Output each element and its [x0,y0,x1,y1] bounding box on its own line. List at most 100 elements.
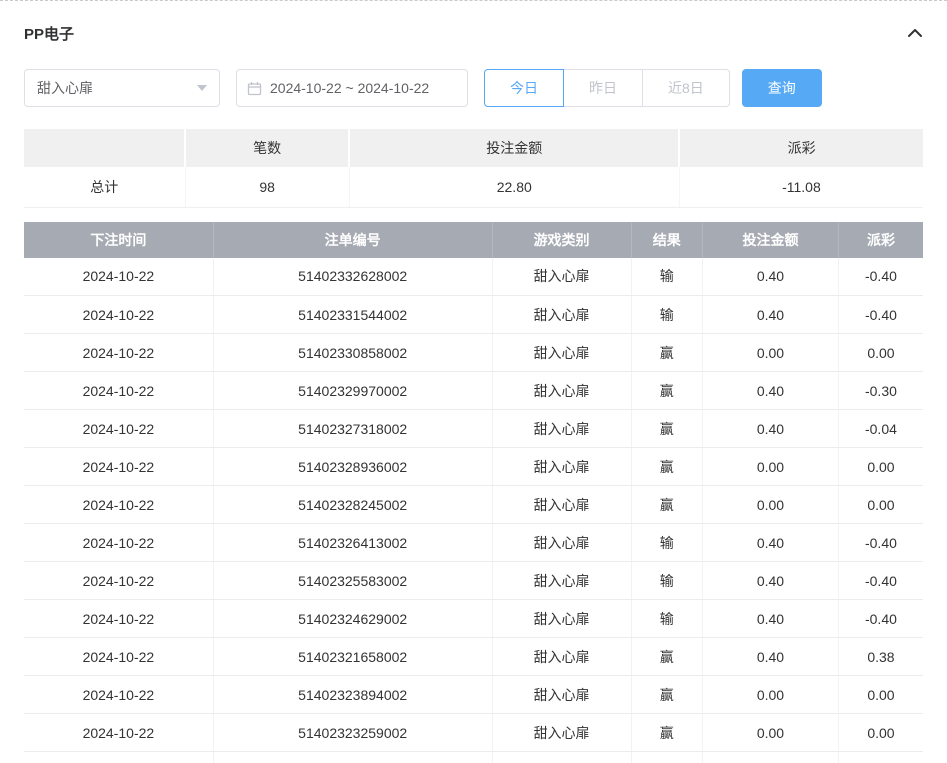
table-row: 2024-10-2251402328245002甜入心扉赢0.000.00 [24,486,923,524]
quick-filter-today-button[interactable]: 今日 [484,69,564,107]
bet-time-cell: 2024-10-22 [24,334,213,372]
bet-amount-cell: 0.40 [703,258,839,296]
quick-filter-last8days-button[interactable]: 近8日 [642,69,730,107]
payout-cell: -0.40 [838,258,923,296]
chevron-down-icon [197,85,207,91]
payout-cell: -0.40 [838,296,923,334]
result-cell: 输 [631,258,702,296]
table-row: 2024-10-2251402328936002甜入心扉赢0.000.00 [24,448,923,486]
bet-id-cell: 51402326413002 [213,524,492,562]
bet-time-cell: 2024-10-22 [24,524,213,562]
result-cell: 输 [631,600,702,638]
search-button[interactable]: 查询 [742,69,822,107]
bet-amount-cell: 0.40 [703,410,839,448]
bet-time-cell: 2024-10-22 [24,752,213,763]
game-type-cell: 甜入心扉 [492,676,631,714]
game-type-cell: 甜入心扉 [492,334,631,372]
bet-amount-cell: 0.40 [703,638,839,676]
result-cell: 赢 [631,676,702,714]
table-row: 2024-10-2251402329970002甜入心扉赢0.40-0.30 [24,372,923,410]
summary-table: 笔数 投注金额 派彩 总计 98 22.80 -11.08 [24,129,923,208]
pp-electronic-panel: PP电子 甜入心扉 2024-10-22 ~ 2024-10-22 今日 昨日 … [0,23,947,763]
bet-id-cell: 51402331544002 [213,296,492,334]
payout-cell: -0.04 [838,410,923,448]
header-result: 结果 [631,222,702,258]
payout-cell: 0.38 [838,638,923,676]
summary-header-payout: 派彩 [679,129,923,167]
bet-amount-cell: 0.00 [703,334,839,372]
game-type-cell: 甜入心扉 [492,562,631,600]
bet-time-cell: 2024-10-22 [24,448,213,486]
table-row: 2024-10-2251402326413002甜入心扉输0.40-0.40 [24,524,923,562]
game-type-cell: 甜入心扉 [492,258,631,296]
summary-header-row: 笔数 投注金额 派彩 [24,129,923,167]
game-type-cell: 甜入心扉 [492,448,631,486]
game-type-cell: 甜入心扉 [492,600,631,638]
payout-cell: 0.00 [838,676,923,714]
chevron-up-icon [907,28,923,38]
result-cell: 赢 [631,410,702,448]
bet-time-cell: 2024-10-22 [24,562,213,600]
summary-total-row: 总计 98 22.80 -11.08 [24,167,923,207]
result-cell: 赢 [631,638,702,676]
game-type-cell: 甜入心扉 [492,410,631,448]
payout-cell: 0.00 [838,334,923,372]
header-bet-amount: 投注金额 [703,222,839,258]
result-cell: 输 [631,562,702,600]
bet-id-cell: 51402328936002 [213,448,492,486]
table-row: 2024-10-2251402324629002甜入心扉输0.40-0.40 [24,600,923,638]
bet-time-cell: 2024-10-22 [24,600,213,638]
filter-bar: 甜入心扉 2024-10-22 ~ 2024-10-22 今日 昨日 近8日 查… [24,69,923,107]
quick-filter-yesterday-button[interactable]: 昨日 [563,69,643,107]
table-row: 2024-10-2251402325583002甜入心扉输0.40-0.40 [24,562,923,600]
top-dashed-divider [0,0,947,1]
game-type-cell: 甜入心扉 [492,714,631,752]
bet-time-cell: 2024-10-22 [24,714,213,752]
table-row: 2024-10-2251402330858002甜入心扉赢0.000.00 [24,334,923,372]
game-select-value: 甜入心扉 [37,78,93,98]
collapse-panel-button[interactable] [907,28,923,38]
panel-header: PP电子 [24,23,923,43]
bet-id-cell: 51402325583002 [213,562,492,600]
result-cell: 输 [631,296,702,334]
game-type-cell: 甜入心扉 [492,752,631,763]
bet-amount-cell: 0.00 [703,752,839,763]
bet-id-cell: 51402327318002 [213,410,492,448]
bet-amount-cell: 0.40 [703,562,839,600]
result-cell: 赢 [631,372,702,410]
table-row: 2024-10-2251402323259002甜入心扉赢0.000.00 [24,714,923,752]
result-cell: 赢 [631,714,702,752]
game-type-cell: 甜入心扉 [492,372,631,410]
bet-time-cell: 2024-10-22 [24,296,213,334]
payout-cell: -0.30 [838,372,923,410]
payout-cell: 0.00 [838,486,923,524]
bet-amount-cell: 0.00 [703,448,839,486]
table-row: 2024-10-2251402327318002甜入心扉赢0.40-0.04 [24,410,923,448]
header-bet-id: 注单编号 [213,222,492,258]
table-row: 2024-10-2251402322618002甜入心扉赢0.000.00 [24,752,923,763]
table-row: 2024-10-2251402321658002甜入心扉赢0.400.38 [24,638,923,676]
bet-id-cell: 51402328245002 [213,486,492,524]
payout-cell: -0.40 [838,600,923,638]
date-range-input[interactable]: 2024-10-22 ~ 2024-10-22 [236,69,468,107]
bet-amount-cell: 0.00 [703,714,839,752]
bet-id-cell: 51402330858002 [213,334,492,372]
summary-total-bet-amount: 22.80 [349,167,679,207]
payout-cell: 0.00 [838,714,923,752]
payout-cell: -0.40 [838,562,923,600]
bet-id-cell: 51402322618002 [213,752,492,763]
header-bet-time: 下注时间 [24,222,213,258]
bet-id-cell: 51402332628002 [213,258,492,296]
table-row: 2024-10-2251402323894002甜入心扉赢0.000.00 [24,676,923,714]
result-cell: 赢 [631,486,702,524]
bet-time-cell: 2024-10-22 [24,258,213,296]
bet-time-cell: 2024-10-22 [24,410,213,448]
bet-time-cell: 2024-10-22 [24,372,213,410]
header-game-type: 游戏类别 [492,222,631,258]
quick-filter-group: 今日 昨日 近8日 [484,69,730,107]
bet-table-body: 2024-10-2251402332628002甜入心扉输0.40-0.4020… [24,258,923,763]
bet-id-cell: 51402321658002 [213,638,492,676]
summary-total-label: 总计 [24,167,185,207]
bet-id-cell: 51402329970002 [213,372,492,410]
game-select[interactable]: 甜入心扉 [24,69,220,107]
